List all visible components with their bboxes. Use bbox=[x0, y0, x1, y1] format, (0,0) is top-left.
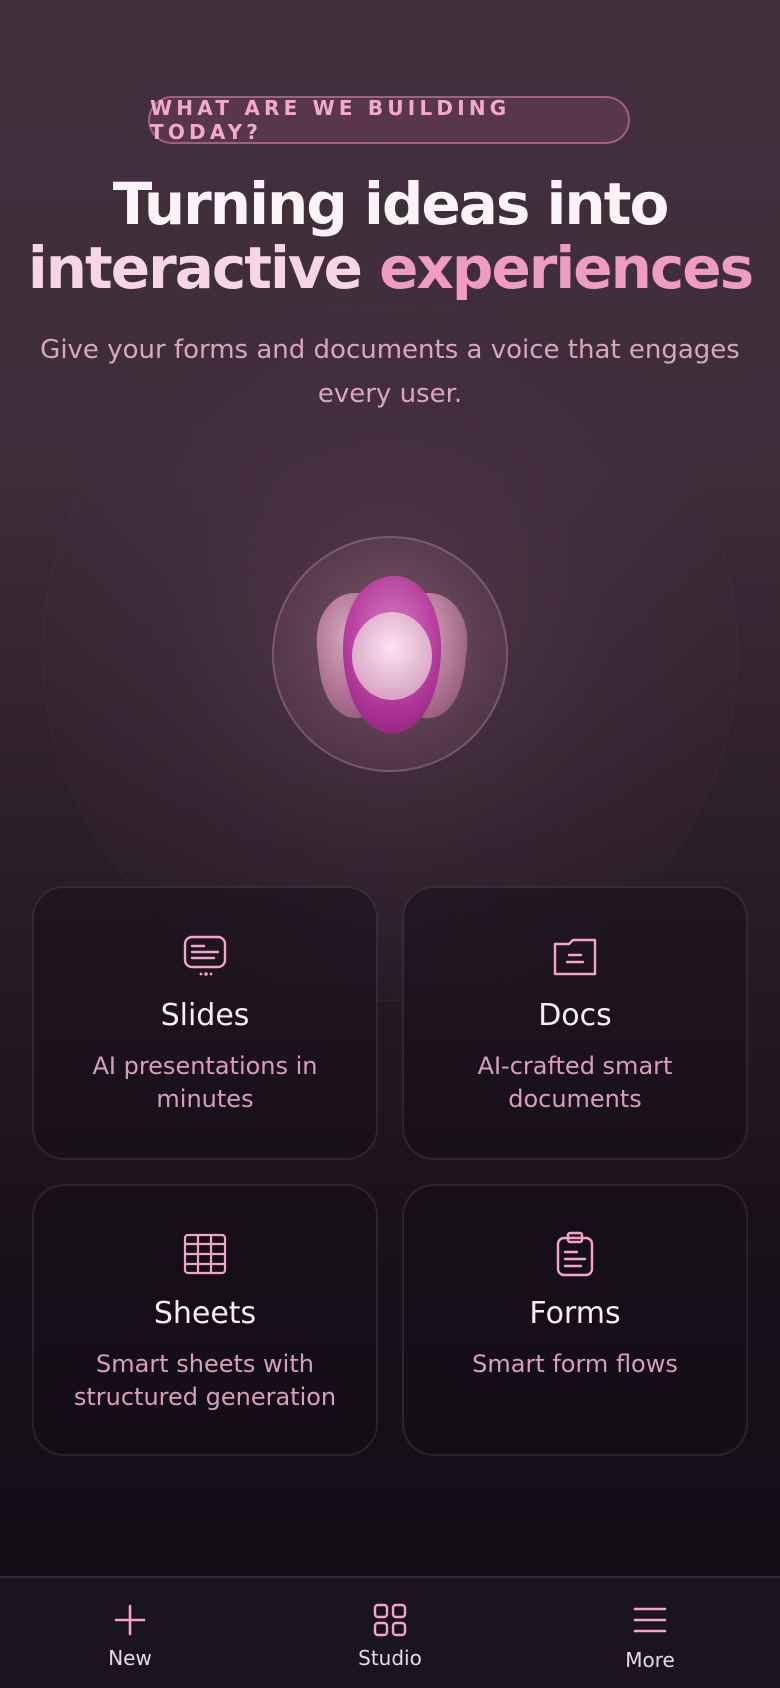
nav-more[interactable]: More bbox=[560, 1578, 740, 1688]
nav-new[interactable]: New bbox=[40, 1578, 220, 1688]
card-title: Slides bbox=[160, 998, 250, 1033]
card-description: Smart sheets with structured generation bbox=[73, 1350, 337, 1411]
card-title: Docs bbox=[538, 998, 612, 1033]
headline-word-interactive: interactive bbox=[27, 234, 363, 302]
nav-label: Studio bbox=[358, 1646, 422, 1670]
folder-icon bbox=[553, 938, 597, 976]
nav-label: New bbox=[108, 1646, 152, 1670]
flower-orb-icon bbox=[316, 575, 468, 734]
hero-subtitle: Give your forms and documents a voice th… bbox=[40, 335, 740, 409]
card-sheets[interactable]: Sheets Smart sheets with structured gene… bbox=[32, 1184, 378, 1456]
plus-icon bbox=[114, 1604, 146, 1636]
voice-orb-button[interactable] bbox=[272, 536, 508, 772]
slides-icon bbox=[183, 935, 227, 976]
headline-line-1: Turning ideas into bbox=[112, 170, 670, 238]
headline-line-2: interactive experiences bbox=[0, 236, 780, 300]
card-docs[interactable]: Docs AI-crafted smart documents bbox=[402, 886, 748, 1160]
clipboard-icon bbox=[556, 1231, 594, 1277]
eyebrow-badge: WHAT ARE WE BUILDING TODAY? bbox=[148, 96, 630, 144]
card-slides[interactable]: Slides AI presentations in minutes bbox=[32, 886, 378, 1160]
headline-word-experiences: experiences bbox=[379, 234, 754, 302]
apps-grid-icon bbox=[373, 1603, 407, 1637]
bottom-nav: New Studio More bbox=[0, 1576, 780, 1688]
card-description: Smart form flows bbox=[472, 1350, 678, 1378]
nav-label: More bbox=[625, 1648, 675, 1672]
card-title: Sheets bbox=[153, 1296, 257, 1331]
menu-icon bbox=[633, 1607, 667, 1633]
card-title: Forms bbox=[529, 1296, 621, 1331]
nav-studio[interactable]: Studio bbox=[300, 1578, 480, 1688]
card-description: AI-crafted smart documents bbox=[477, 1052, 673, 1113]
grid-table-icon bbox=[183, 1233, 227, 1275]
card-forms[interactable]: Forms Smart form flows bbox=[402, 1184, 748, 1456]
card-description: AI presentations in minutes bbox=[92, 1052, 318, 1113]
